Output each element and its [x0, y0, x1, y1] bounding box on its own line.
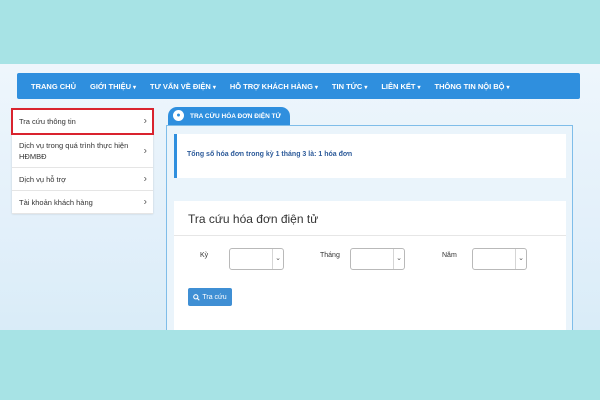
sidebar-item-tra-cuu-thong-tin[interactable]: Tra cứu thông tin › — [11, 108, 154, 135]
nav-item-tu-van-ve-dien[interactable]: TƯ VẤN VỀ ĐIỆN ▾ — [150, 82, 216, 91]
tab-label: TRA CỨU HÓA ĐƠN ĐIỆN TỬ — [190, 112, 281, 120]
caret-down-icon: ▾ — [506, 84, 510, 91]
sidebar-item-label: Tài khoản khách hàng — [19, 197, 93, 207]
ky-label: Kỳ — [200, 252, 209, 259]
form-title: Tra cứu hóa đơn điện tử — [188, 212, 319, 226]
speech-bubble-icon: ● — [173, 110, 184, 121]
main-navbar: TRANG CHỦ GIỚI THIỆU ▾ TƯ VẤN VỀ ĐIỆN ▾ HỖ… — [17, 73, 580, 99]
nav-label: TƯ VẤN VỀ ĐIỆN — [150, 81, 211, 91]
sidebar-item-label: Dịch vụ hỗ trợ — [19, 174, 67, 184]
sidebar-item-dich-vu-hdmbd[interactable]: Dịch vụ trong quá trình thực hiện HĐMBĐ … — [12, 134, 153, 168]
thang-label: Tháng — [320, 252, 340, 259]
chevron-right-icon: › — [143, 145, 147, 156]
nav-label: HỖ TRỢ KHÁCH HÀNG — [229, 81, 313, 91]
browser-viewport: TRANG CHỦ GIỚI THIỆU ▾ TƯ VẤN VỀ ĐIỆN ▾ HỖ… — [0, 64, 600, 330]
sidebar-item-tai-khoan[interactable]: Tài khoản khách hàng › — [12, 191, 153, 214]
tab-tra-cuu-hoa-don[interactable]: ● TRA CỨU HÓA ĐƠN ĐIỆN TỬ — [168, 107, 290, 125]
nav-item-lien-ket[interactable]: LIÊN KẾT ▾ — [381, 82, 420, 91]
search-button[interactable]: Tra cứu — [188, 288, 232, 306]
chevron-down-icon: ⌄ — [515, 249, 526, 269]
nav-item-ho-tro-khach-hang[interactable]: HỖ TRỢ KHÁCH HÀNG ▾ — [230, 82, 318, 91]
nav-item-gioi-thieu[interactable]: GIỚI THIỆU ▾ — [90, 82, 136, 91]
nav-label: GIỚI THIỆU — [90, 81, 131, 91]
nav-label: TIN TỨC — [331, 81, 363, 91]
caret-down-icon: ▾ — [417, 84, 421, 91]
caret-down-icon: ▾ — [364, 84, 368, 91]
chevron-right-icon: › — [143, 173, 147, 185]
divider — [174, 235, 566, 236]
sidebar-item-label: Dịch vụ trong quá trình thực hiện HĐMBĐ — [19, 140, 129, 161]
invoice-count-notice: Tổng số hóa đơn trong kỳ 1 tháng 3 là: 1… — [174, 134, 566, 178]
nav-item-trang-chu[interactable]: TRANG CHỦ — [31, 82, 76, 91]
nav-label: LIÊN KẾT — [381, 81, 416, 91]
caret-down-icon: ▾ — [212, 84, 216, 91]
nav-label: TRANG CHỦ — [31, 81, 76, 91]
search-icon — [193, 293, 201, 301]
sidebar-menu: Tra cứu thông tin › Dịch vụ trong quá tr… — [11, 108, 154, 214]
nav-item-thong-tin-noi-bo[interactable]: THÔNG TIN NỘI BỘ ▾ — [435, 82, 510, 91]
nam-select[interactable]: ⌄ — [472, 248, 527, 270]
chevron-right-icon: › — [143, 115, 147, 127]
notice-text: Tổng số hóa đơn trong kỳ 1 tháng 3 là: 1… — [187, 151, 353, 158]
chevron-down-icon: ⌄ — [393, 249, 404, 269]
sidebar-item-dich-vu-ho-tro[interactable]: Dịch vụ hỗ trợ › — [12, 168, 153, 191]
nam-label: Năm — [442, 252, 457, 259]
chevron-down-icon: ⌄ — [272, 249, 283, 269]
thang-select[interactable]: ⌄ — [350, 248, 405, 270]
caret-down-icon: ▾ — [132, 84, 136, 91]
ky-select[interactable]: ⌄ — [229, 248, 284, 270]
invoice-search-form: Tra cứu hóa đơn điện tử Kỳ ⌄ Tháng ⌄ Năm… — [174, 201, 566, 330]
caret-down-icon: ▾ — [314, 84, 318, 91]
sidebar-item-label: Tra cứu thông tin — [19, 116, 76, 126]
chevron-right-icon: › — [143, 196, 147, 208]
nav-item-tin-tuc[interactable]: TIN TỨC ▾ — [332, 82, 367, 91]
search-button-label: Tra cứu — [202, 293, 227, 301]
nav-label: THÔNG TIN NỘI BỘ — [434, 81, 505, 91]
